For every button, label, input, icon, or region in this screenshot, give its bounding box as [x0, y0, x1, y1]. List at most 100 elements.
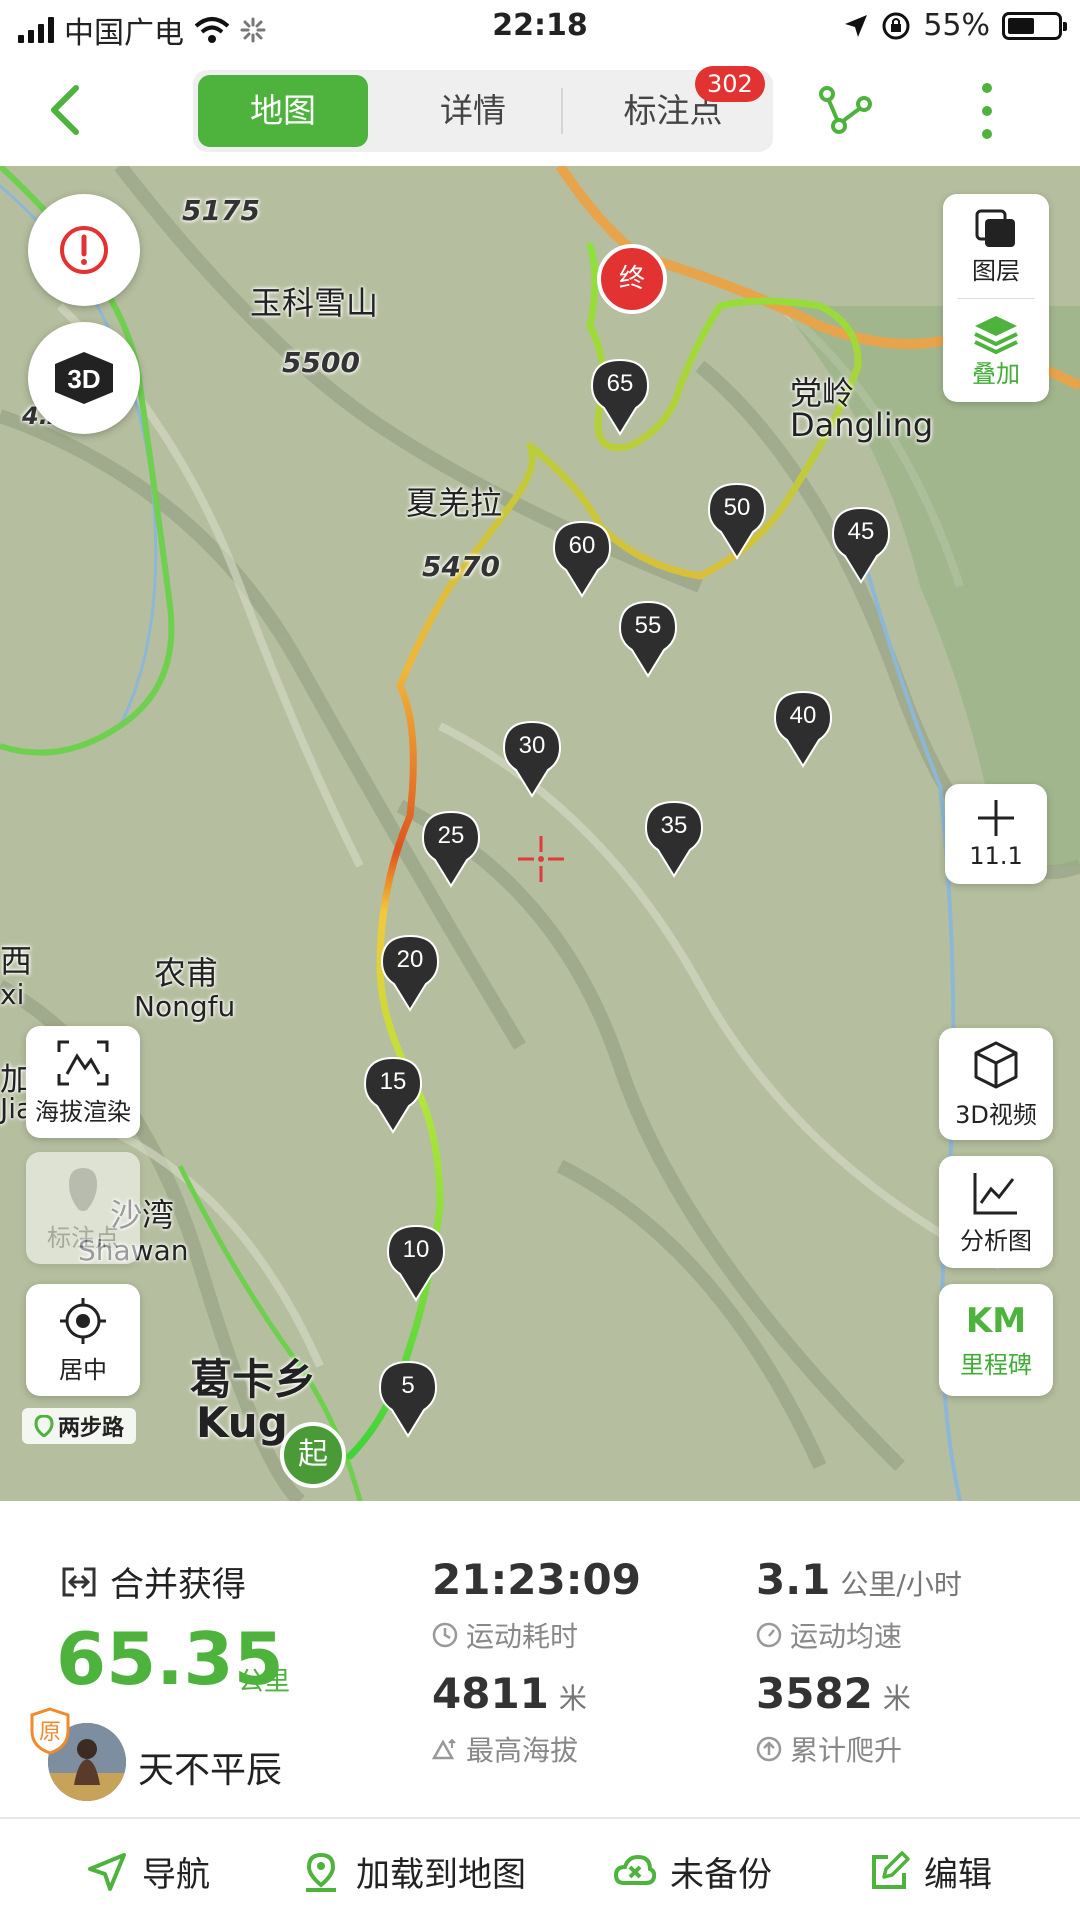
marker-points-button[interactable]: 标注点: [26, 1152, 140, 1264]
milestone-marker[interactable]: 50: [707, 480, 767, 560]
center-button[interactable]: 居中: [26, 1284, 140, 1396]
merge-label: 合并获得: [110, 1565, 246, 1605]
crosshair-icon: [518, 836, 564, 882]
zoom-button[interactable]: 11.1: [945, 784, 1047, 884]
user-name[interactable]: 天不平辰: [138, 1741, 282, 1793]
share-icon[interactable]: [815, 82, 875, 142]
edit-button[interactable]: 编辑: [868, 1847, 992, 1896]
milestone-label: 35: [660, 812, 688, 839]
layers-button[interactable]: 图层: [943, 194, 1049, 298]
merge-icon: [62, 1567, 96, 1596]
zoom-level: 11.1: [969, 842, 1023, 870]
back-icon[interactable]: [40, 80, 96, 140]
tab-details[interactable]: 详情: [373, 75, 573, 147]
milestone-marker[interactable]: 10: [386, 1222, 446, 1302]
more-menu-icon[interactable]: [972, 78, 1002, 144]
map-pin-icon: [306, 1852, 336, 1892]
altitude-render-icon: [57, 1040, 109, 1085]
tab-divider: [561, 88, 563, 134]
layer-panel: 图层 叠加: [943, 194, 1049, 402]
max-altitude-label: 最高海拔: [466, 1734, 579, 1767]
climb-caption: 累计爬升: [756, 1729, 902, 1769]
navigate-button[interactable]: 导航: [86, 1847, 210, 1896]
logo-pin-icon: [34, 1415, 54, 1437]
layers-icon: [975, 209, 1015, 247]
milestone-label: 45: [847, 518, 875, 545]
milestone-label: 20: [396, 946, 424, 973]
milestone-marker[interactable]: 55: [618, 598, 678, 678]
merge-info: 合并获得: [62, 1557, 246, 1606]
speedometer-icon: [756, 1622, 782, 1648]
start-marker-label: 起: [298, 1437, 328, 1472]
place-xiaqiangla: 夏羌拉: [406, 484, 503, 522]
milestone-label: 65: [606, 370, 634, 397]
milestone-marker[interactable]: 40: [773, 688, 833, 768]
max-altitude-value: 4811: [432, 1669, 549, 1718]
app-logo: 两步路: [22, 1408, 136, 1444]
start-marker[interactable]: 起: [280, 1422, 346, 1488]
milestone-label: 5: [401, 1372, 415, 1399]
milestone-marker[interactable]: 30: [502, 718, 562, 798]
backup-label: 未备份: [670, 1855, 772, 1895]
3d-toggle-button[interactable]: 3D: [28, 322, 140, 434]
footprint-icon: [69, 1167, 97, 1211]
milestone-marker[interactable]: 15: [363, 1054, 423, 1134]
original-badge-icon: 原: [30, 1707, 70, 1755]
milestone-marker[interactable]: 65: [590, 356, 650, 436]
load-to-map-button[interactable]: 加载到地图: [300, 1847, 526, 1896]
altitude-render-label: 海拔渲染: [35, 1097, 131, 1126]
center-label: 居中: [59, 1355, 107, 1384]
milestone-marker[interactable]: 60: [552, 518, 612, 598]
duration-label: 运动耗时: [466, 1620, 579, 1653]
zoom-in-icon: [978, 800, 1014, 836]
map-view[interactable]: 5175 玉科雪山 5500 4… 夏羌拉 5470 党岭 Dangling 农…: [0, 166, 1080, 1501]
original-badge-label: 原: [39, 1720, 61, 1745]
status-bar: 中国广电 22:18 55%: [0, 0, 1080, 54]
altitude-render-button[interactable]: 海拔渲染: [26, 1026, 140, 1138]
backup-button[interactable]: 未备份: [614, 1847, 772, 1896]
place-dangling-en: Dangling: [790, 406, 934, 444]
alert-icon: [60, 226, 108, 274]
milestone-label: 60: [568, 532, 596, 559]
place-nongfu-cn: 农甫: [154, 954, 219, 992]
edit-label: 编辑: [924, 1855, 992, 1895]
max-altitude-caption: 最高海拔: [432, 1729, 578, 1769]
bottom-action-bar: 导航 加载到地图 未备份 编辑: [0, 1817, 1080, 1920]
cloud-x-icon: [614, 1854, 656, 1885]
location-arrow-icon: [845, 14, 868, 37]
climb-unit: 米: [882, 1682, 911, 1715]
milestone-label: 50: [723, 494, 751, 521]
alert-button[interactable]: [28, 194, 140, 306]
arrow-up-circle-icon: [756, 1736, 782, 1762]
peak-elevation: 5500: [282, 346, 360, 379]
overlay-icon: [974, 315, 1018, 354]
3d-video-button[interactable]: 3D视频: [939, 1028, 1053, 1140]
overlay-label: 叠加: [972, 359, 1020, 388]
milestone-label: 30: [518, 732, 546, 759]
overlay-button[interactable]: 叠加: [943, 298, 1049, 402]
tab-map[interactable]: 地图: [198, 75, 368, 147]
climb-label: 累计爬升: [790, 1734, 903, 1767]
nav-bar: 地图 详情 标注点 302: [0, 54, 1080, 166]
load-to-map-label: 加载到地图: [356, 1855, 526, 1895]
duration-value: 21:23:09: [432, 1555, 641, 1604]
km-milestone-button[interactable]: KM 里程碑: [939, 1284, 1053, 1396]
milestone-marker[interactable]: 20: [380, 932, 440, 1012]
mountain-icon: [432, 1738, 456, 1760]
milestone-marker[interactable]: 45: [831, 504, 891, 584]
place-xi-en: xi: [0, 978, 25, 1011]
milestone-label: 10: [402, 1236, 430, 1263]
clock-icon: [432, 1622, 458, 1648]
marker-points-label: 标注点: [47, 1223, 119, 1252]
milestone-marker[interactable]: 25: [421, 808, 481, 888]
locate-icon: [60, 1297, 106, 1344]
climb-stat: 3582 米: [756, 1669, 911, 1718]
end-marker[interactable]: 终: [597, 244, 667, 314]
analysis-chart-button[interactable]: 分析图: [939, 1156, 1053, 1268]
place-yuke-snow-mountain: 玉科雪山: [250, 284, 379, 322]
milestone-label: 55: [634, 612, 662, 639]
milestone-label: 40: [789, 702, 817, 729]
km-milestone-label: 里程碑: [960, 1350, 1032, 1379]
milestone-marker[interactable]: 35: [644, 798, 704, 878]
milestone-marker[interactable]: 5: [378, 1358, 438, 1438]
